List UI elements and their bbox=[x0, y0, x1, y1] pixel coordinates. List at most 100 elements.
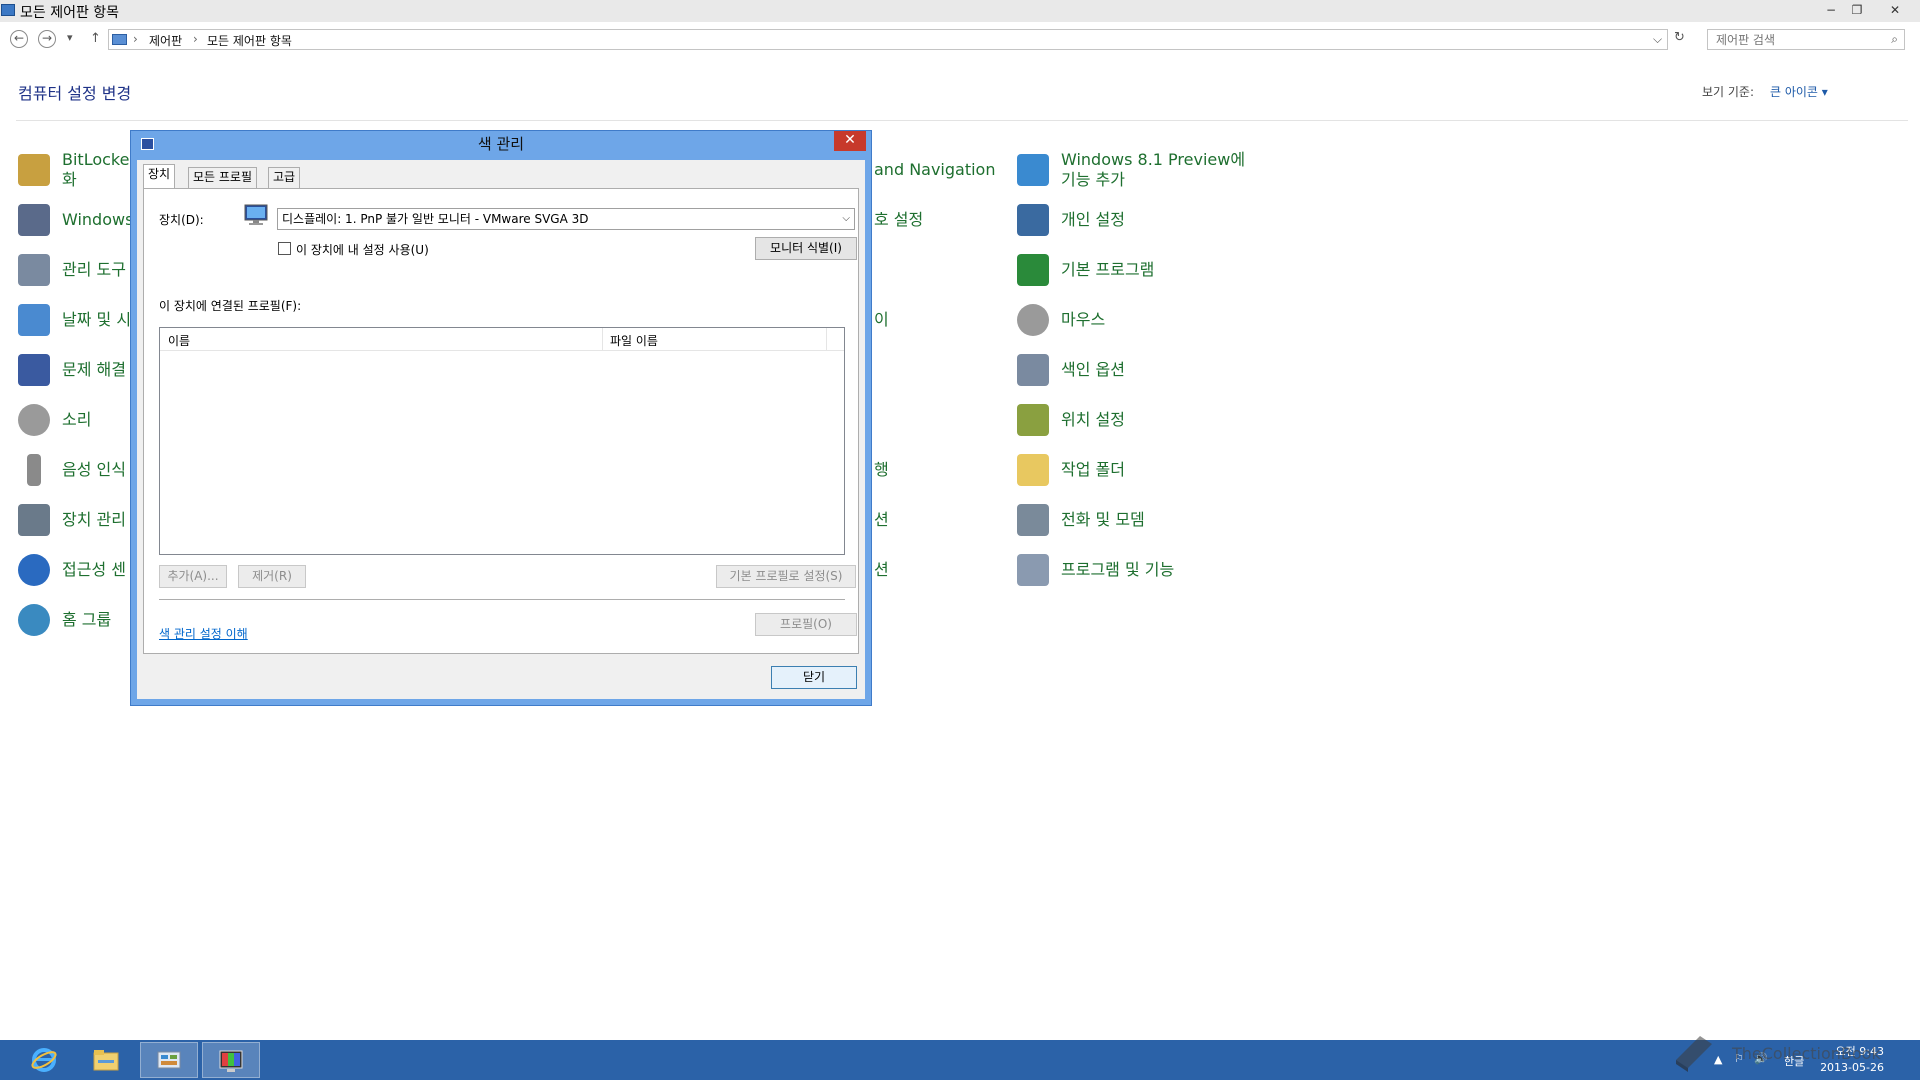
search-field[interactable]: ⌕ bbox=[1707, 29, 1905, 50]
cp-item-personalization[interactable]: 개인 설정 bbox=[1017, 200, 1125, 240]
internet-explorer-icon bbox=[31, 1048, 57, 1072]
cp-item-mouse[interactable]: 마우스 bbox=[1017, 300, 1105, 340]
cp-item-bitlocker[interactable]: BitLocker 화 bbox=[18, 150, 136, 190]
back-button[interactable]: ← bbox=[10, 30, 28, 48]
cp-item-default-programs[interactable]: 기본 프로그램 bbox=[1017, 250, 1154, 290]
cp-item-homegroup[interactable]: 홈 그룹 bbox=[18, 600, 111, 640]
calendar-icon bbox=[18, 304, 50, 336]
cp-item-label[interactable]: 션 bbox=[874, 560, 889, 580]
column-file-name[interactable]: 파일 이름 bbox=[610, 332, 658, 349]
cp-item-label[interactable]: 이 bbox=[874, 310, 889, 330]
cp-item-programs-features[interactable]: 프로그램 및 기능 bbox=[1017, 550, 1174, 590]
phone-modem-icon bbox=[1017, 504, 1049, 536]
cp-item-label: 색인 옵션 bbox=[1061, 360, 1125, 379]
devices-panel: 장치(D): 디스플레이: 1. PnP 불가 일반 모니터 - VMware … bbox=[143, 188, 859, 654]
search-icon[interactable]: ⌕ bbox=[1891, 32, 1898, 47]
breadcrumb-separator: › bbox=[193, 32, 198, 46]
tab-devices[interactable]: 장치 bbox=[143, 164, 176, 189]
address-field[interactable]: › 제어판 › 모든 제어판 항목 ⌵ bbox=[108, 29, 1668, 50]
microphone-icon bbox=[27, 454, 41, 486]
key-icon bbox=[18, 154, 50, 186]
device-value: 디스플레이: 1. PnP 불가 일반 모니터 - VMware SVGA 3D bbox=[282, 212, 589, 226]
identify-monitors-button[interactable]: 모니터 식별(I) bbox=[755, 237, 857, 260]
cp-item-label: 프로그램 및 기능 bbox=[1061, 560, 1175, 579]
window-title: 모든 제어판 항목 bbox=[20, 5, 120, 21]
troubleshoot-icon bbox=[18, 354, 50, 386]
remove-button[interactable]: 제거(R) bbox=[238, 565, 306, 588]
control-panel-icon bbox=[157, 1051, 181, 1069]
column-divider bbox=[602, 328, 603, 350]
cp-item-troubleshooting[interactable]: 문제 해결 bbox=[18, 350, 126, 390]
cp-item-admin-tools[interactable]: 관리 도구 bbox=[18, 250, 126, 290]
accessibility-icon bbox=[18, 554, 50, 586]
set-default-profile-button[interactable]: 기본 프로필로 설정(S) bbox=[716, 565, 856, 588]
address-dropdown-button[interactable]: ⌵ bbox=[1653, 32, 1662, 47]
device-dropdown[interactable]: 디스플레이: 1. PnP 불가 일반 모니터 - VMware SVGA 3D… bbox=[277, 208, 855, 230]
cp-item-windows[interactable]: Windows bbox=[18, 200, 133, 240]
cp-item-device-manager[interactable]: 장치 관리 bbox=[18, 500, 126, 540]
folder-icon bbox=[93, 1050, 119, 1071]
cp-item-label: BitLocker bbox=[62, 150, 137, 169]
cp-item-label: Windows bbox=[62, 210, 134, 229]
cp-item-label[interactable]: 호 설정 bbox=[874, 210, 923, 230]
taskbar-internet-explorer[interactable] bbox=[16, 1042, 74, 1078]
color-management-dialog: 색 관리 ✕ 장치 모든 프로필 고급 장치(D): 디스플레이: 1. PnP… bbox=[130, 130, 872, 706]
cp-item-ease-of-access[interactable]: 접근성 센 bbox=[18, 550, 126, 590]
breadcrumb-all-items[interactable]: 모든 제어판 항목 bbox=[207, 32, 292, 49]
folder-icon bbox=[1017, 454, 1049, 486]
address-bar-row: ← → ▾ ↑ › 제어판 › 모든 제어판 항목 ⌵ ↻ ⌕ bbox=[0, 28, 1920, 52]
cp-item-indexing-options[interactable]: 색인 옵션 bbox=[1017, 350, 1125, 390]
list-header: 이름 파일 이름 bbox=[160, 328, 844, 351]
cp-item-speech-recognition[interactable]: 음성 인식 bbox=[18, 450, 126, 490]
programs-icon bbox=[1017, 554, 1049, 586]
breadcrumb-separator: › bbox=[133, 32, 138, 46]
search-input[interactable] bbox=[1708, 30, 1878, 49]
use-my-settings-checkbox[interactable] bbox=[278, 242, 291, 255]
add-features-icon bbox=[1017, 154, 1049, 186]
dialog-close-button[interactable]: ✕ bbox=[834, 131, 866, 151]
taskbar-control-panel[interactable] bbox=[140, 1042, 198, 1078]
understanding-color-settings-link[interactable]: 색 관리 설정 이해 bbox=[159, 625, 248, 642]
column-divider bbox=[826, 328, 827, 350]
minimize-button[interactable]: − bbox=[1820, 0, 1842, 20]
monitor-icon bbox=[244, 204, 268, 225]
cp-item-label[interactable]: 션 bbox=[874, 510, 889, 530]
cp-item-sound[interactable]: 소리 bbox=[18, 400, 91, 440]
title-bar: 모든 제어판 항목 − ❐ ✕ bbox=[0, 0, 1920, 22]
cp-item-label: 위치 설정 bbox=[1061, 410, 1125, 429]
restore-button[interactable]: ❐ bbox=[1846, 0, 1868, 20]
profiles-button[interactable]: 프로필(O) bbox=[755, 613, 857, 636]
cp-item-location-settings[interactable]: 위치 설정 bbox=[1017, 400, 1125, 440]
profiles-list[interactable]: 이름 파일 이름 bbox=[159, 327, 845, 555]
cp-item-label: 개인 설정 bbox=[1061, 210, 1125, 229]
taskbar-color-management[interactable] bbox=[202, 1042, 260, 1078]
close-dialog-button[interactable]: 닫기 bbox=[771, 666, 857, 689]
cp-item-label: 전화 및 모뎀 bbox=[1061, 510, 1145, 529]
profiles-label: 이 장치에 연결된 프로필(F): bbox=[159, 299, 302, 313]
forward-button[interactable]: → bbox=[38, 30, 56, 48]
taskbar: ▲ ⚐ 🔊 한글 오전 9:43 2013-05-26 bbox=[0, 1040, 1920, 1080]
cp-item-label[interactable]: and Navigation bbox=[874, 160, 995, 180]
breadcrumb-control-panel[interactable]: 제어판 bbox=[149, 32, 182, 49]
taskbar-file-explorer[interactable] bbox=[78, 1042, 136, 1078]
cp-item-work-folders[interactable]: 작업 폴더 bbox=[1017, 450, 1125, 490]
column-name[interactable]: 이름 bbox=[168, 332, 190, 349]
cp-item-label: 마우스 bbox=[1061, 310, 1106, 329]
add-button[interactable]: 추가(A)... bbox=[159, 565, 227, 588]
up-button[interactable]: ↑ bbox=[90, 31, 101, 46]
view-by-label: 보기 기준: bbox=[1702, 85, 1755, 99]
cp-item-date-time[interactable]: 날짜 및 시 bbox=[18, 300, 131, 340]
refresh-button[interactable]: ↻ bbox=[1674, 30, 1685, 45]
cp-item-label[interactable]: 행 bbox=[874, 460, 889, 480]
close-button[interactable]: ✕ bbox=[1884, 0, 1906, 20]
tab-advanced[interactable]: 고급 bbox=[268, 167, 301, 188]
default-programs-icon bbox=[1017, 254, 1049, 286]
tab-all-profiles[interactable]: 모든 프로필 bbox=[188, 167, 258, 188]
watermark-text: TheCollectionBook bbox=[1732, 1044, 1881, 1063]
cp-item-phone-modem[interactable]: 전화 및 모뎀 bbox=[1017, 500, 1145, 540]
view-by-dropdown[interactable]: 큰 아이콘 ▾ bbox=[1770, 83, 1828, 100]
recent-pages-button[interactable]: ▾ bbox=[67, 31, 73, 44]
control-panel-icon bbox=[1, 4, 15, 16]
cp-item-add-features[interactable]: Windows 8.1 Preview에 기능 추가 bbox=[1017, 150, 1245, 190]
use-my-settings-label[interactable]: 이 장치에 내 설정 사용(U) bbox=[296, 241, 429, 258]
